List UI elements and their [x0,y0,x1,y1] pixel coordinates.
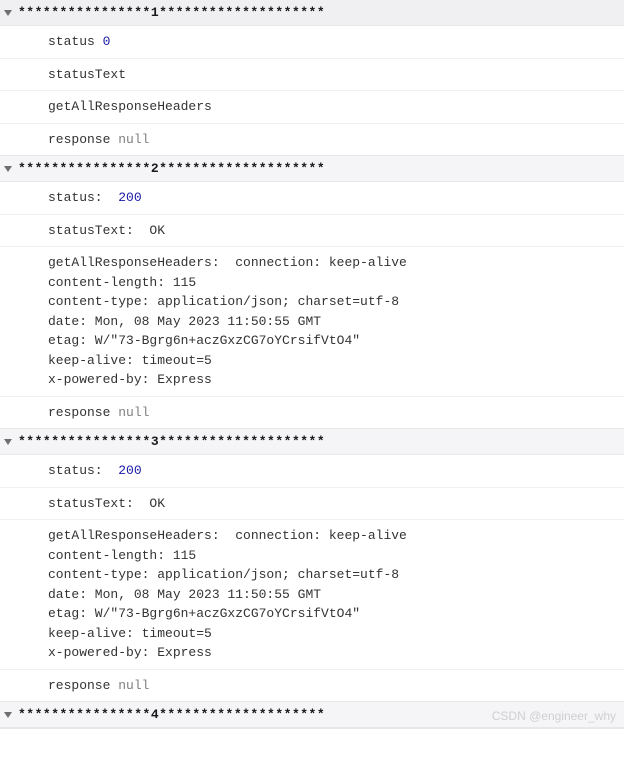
log-group-header[interactable]: ****************3******************** [0,429,624,455]
log-group-header[interactable]: ****************1******************** [0,0,624,26]
log-value: 0 [103,32,111,52]
log-key: status: [48,461,118,481]
log-key: status: [48,188,118,208]
group-header-text: ****************1******************** [18,5,325,20]
log-group-header[interactable]: ****************4******************** [0,702,624,728]
log-line: status: 200 [0,455,624,488]
group-header-text: ****************4******************** [18,707,325,722]
log-value: 200 [118,461,141,481]
disclosure-triangle-icon[interactable] [4,10,12,16]
log-group: ****************4******************** [0,702,624,729]
log-line: status 0 [0,26,624,59]
log-group: ****************1******************** sta… [0,0,624,156]
log-value: 200 [118,188,141,208]
log-value: OK [149,221,165,241]
log-key: statusText [48,65,126,85]
log-line: statusText [0,59,624,92]
log-value: OK [149,494,165,514]
log-key: status [48,32,103,52]
log-line: getAllResponseHeaders [0,91,624,124]
log-value: connection: keep-alive content-length: 1… [48,255,407,387]
log-group: ****************3******************** sta… [0,429,624,702]
group-header-text: ****************2******************** [18,161,325,176]
log-key: getAllResponseHeaders: [48,528,235,543]
log-key: getAllResponseHeaders: [48,255,235,270]
log-group: ****************2******************** sta… [0,156,624,429]
disclosure-triangle-icon[interactable] [4,439,12,445]
log-key: statusText: [48,494,149,514]
log-key: response [48,403,118,423]
log-key: statusText: [48,221,149,241]
log-value: null [118,130,149,150]
log-line: getAllResponseHeaders: connection: keep-… [0,520,624,670]
log-line: statusText: OK [0,215,624,248]
log-line: response null [0,397,624,429]
log-line: status: 200 [0,182,624,215]
log-key: response [48,130,118,150]
disclosure-triangle-icon[interactable] [4,712,12,718]
log-key: getAllResponseHeaders [48,97,212,117]
log-value: connection: keep-alive content-length: 1… [48,528,407,660]
log-value: null [118,676,149,696]
log-line: response null [0,124,624,156]
console-log-panel: ****************1******************** sta… [0,0,624,729]
log-line: response null [0,670,624,702]
log-line: getAllResponseHeaders: connection: keep-… [0,247,624,397]
disclosure-triangle-icon[interactable] [4,166,12,172]
log-key: response [48,676,118,696]
log-multiline: getAllResponseHeaders: connection: keep-… [48,253,407,390]
group-header-text: ****************3******************** [18,434,325,449]
log-group-header[interactable]: ****************2******************** [0,156,624,182]
log-value: null [118,403,149,423]
log-line: statusText: OK [0,488,624,521]
log-multiline: getAllResponseHeaders: connection: keep-… [48,526,407,663]
